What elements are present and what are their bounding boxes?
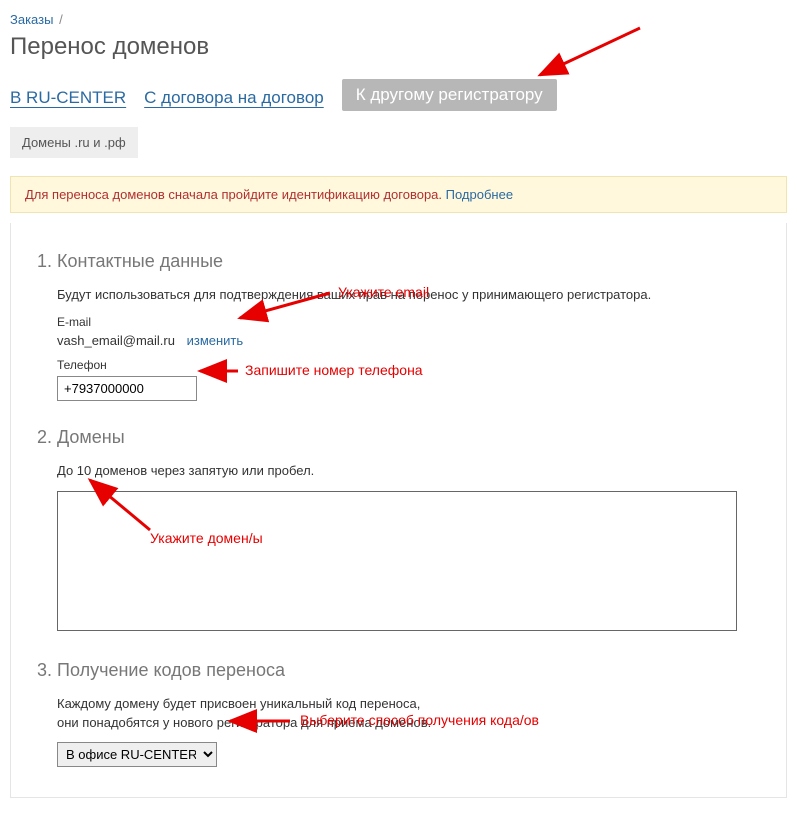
section-contact-title: 1. Контактные данные — [37, 251, 760, 272]
tab-other-registrar[interactable]: К другому регистратору — [342, 79, 557, 111]
section-contact-desc: Будут использоваться для подтверждения в… — [57, 286, 760, 305]
notice-more-link[interactable]: Подробнее — [446, 187, 513, 202]
domains-textarea[interactable] — [57, 491, 737, 631]
breadcrumb: Заказы / — [10, 12, 787, 27]
section-codes-desc: Каждому домену будет присвоен уникальный… — [57, 695, 760, 733]
tab-contract-to-contract[interactable]: С договора на договор — [144, 88, 324, 111]
tabs: В RU-CENTER С договора на договор К друг… — [10, 79, 787, 111]
email-label: E-mail — [57, 315, 760, 329]
change-email-link[interactable]: изменить — [187, 333, 244, 348]
identification-notice: Для переноса доменов сначала пройдите ид… — [10, 176, 787, 213]
transfer-form: 1. Контактные данные Будут использоватьс… — [10, 223, 787, 798]
notice-text: Для переноса доменов сначала пройдите ид… — [25, 187, 442, 202]
subtab-ru-rf[interactable]: Домены .ru и .рф — [10, 127, 138, 158]
section-domains-desc: До 10 доменов через запятую или пробел. — [57, 462, 760, 481]
page-title: Перенос доменов — [10, 33, 787, 61]
phone-label: Телефон — [57, 358, 760, 372]
tab-ru-center[interactable]: В RU-CENTER — [10, 88, 126, 111]
email-value: vash_email@mail.ru — [57, 333, 175, 348]
section-codes-title: 3. Получение кодов переноса — [37, 660, 760, 681]
subtabs: Домены .ru и .рф — [10, 127, 787, 158]
section-domains-title: 2. Домены — [37, 427, 760, 448]
phone-input[interactable] — [57, 376, 197, 401]
breadcrumb-sep: / — [59, 12, 63, 27]
breadcrumb-orders[interactable]: Заказы — [10, 12, 53, 27]
